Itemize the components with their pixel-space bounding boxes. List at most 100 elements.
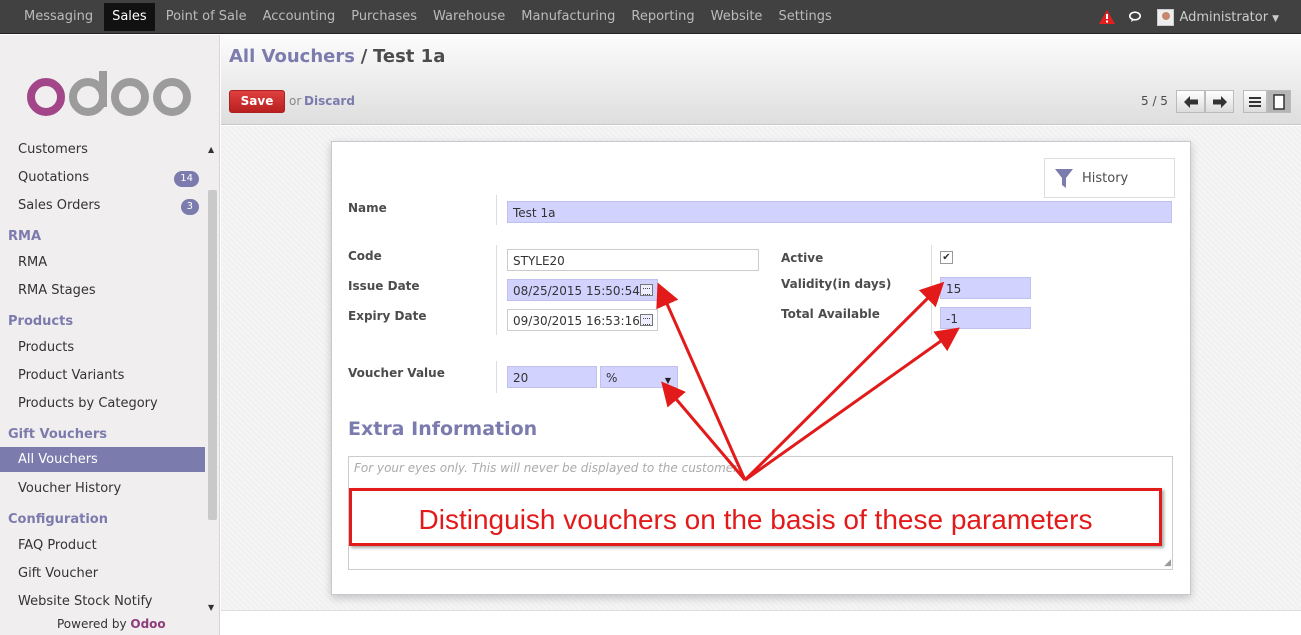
annotation-callout: Distinguish vouchers on the basis of the… — [349, 488, 1162, 546]
calendar-icon[interactable] — [640, 314, 653, 326]
sidebar-item-product-variants[interactable]: Product Variants — [18, 368, 124, 383]
sidebar-item-products-by-category[interactable]: Products by Category — [18, 396, 158, 411]
voucher-value-label: Voucher Value — [348, 366, 445, 380]
sidebar-section-gift-vouchers: Gift Vouchers — [8, 427, 107, 442]
expiry-date-label: Expiry Date — [348, 309, 427, 323]
menu-messaging[interactable]: Messaging — [16, 0, 101, 34]
pager-next-button[interactable] — [1205, 90, 1234, 113]
sidebar-item-sales-orders[interactable]: Sales Orders — [18, 198, 100, 213]
sidebar-section-products: Products — [8, 314, 74, 329]
menu-warehouse[interactable]: Warehouse — [425, 0, 513, 34]
code-field[interactable]: STYLE20 — [507, 249, 759, 271]
expiry-date-field[interactable]: 09/30/2015 16:53:16 — [507, 309, 658, 331]
sidebar-section-configuration: Configuration — [8, 512, 108, 527]
powered-by-odoo-link[interactable]: Odoo — [130, 617, 165, 631]
voucher-type-select[interactable]: % ▼ — [600, 366, 678, 388]
issue-date-label: Issue Date — [348, 279, 420, 293]
pager-buttons — [1176, 90, 1234, 113]
sidebar-item-rma-stages[interactable]: RMA Stages — [18, 283, 96, 298]
sidebar-item-quotations[interactable]: Quotations — [18, 170, 89, 185]
active-label: Active — [781, 251, 824, 265]
main-menu: Messaging Sales Point of Sale Accounting… — [0, 0, 840, 34]
breadcrumb-separator: / — [360, 46, 368, 67]
divider — [496, 195, 497, 225]
history-button[interactable]: History — [1044, 158, 1175, 198]
menu-point-of-sale[interactable]: Point of Sale — [158, 0, 255, 34]
history-label: History — [1082, 171, 1129, 186]
total-available-field[interactable]: -1 — [940, 307, 1031, 329]
divider — [496, 245, 497, 335]
sidebar-item-voucher-history[interactable]: Voucher History — [18, 481, 121, 496]
avatar[interactable] — [1157, 8, 1175, 26]
menu-purchases[interactable]: Purchases — [343, 0, 425, 34]
user-area: Administrator ▼ — [1099, 0, 1301, 34]
menu-manufacturing[interactable]: Manufacturing — [513, 0, 623, 34]
menu-website[interactable]: Website — [703, 0, 771, 34]
active-checkbox[interactable]: ✔ — [940, 251, 953, 264]
sidebar-item-products[interactable]: Products — [18, 340, 74, 355]
menu-settings[interactable]: Settings — [770, 0, 839, 34]
resize-handle-icon[interactable]: ◢ — [1164, 558, 1171, 568]
menu-reporting[interactable]: Reporting — [623, 0, 702, 34]
annotation-text: Distinguish vouchers on the basis of the… — [418, 504, 1093, 535]
save-button[interactable]: Save — [229, 90, 285, 113]
arrow-left-icon — [1183, 95, 1198, 108]
expiry-date-value: 09/30/2015 16:53:16 — [513, 314, 640, 328]
top-navbar: Messaging Sales Point of Sale Accounting… — [0, 0, 1301, 34]
sidebar-item-label: All Vouchers — [18, 452, 98, 467]
issue-date-field[interactable]: 08/25/2015 15:50:54 — [507, 279, 658, 301]
validity-field[interactable]: 15 — [940, 277, 1031, 299]
extra-information-title: Extra Information — [348, 418, 538, 440]
sidebar-scrollbar[interactable]: ▲ ▼ — [205, 135, 219, 615]
warning-icon[interactable] — [1099, 10, 1116, 24]
notes-placeholder: For your eyes only. This will never be d… — [354, 461, 741, 475]
menu-sales[interactable]: Sales — [104, 3, 155, 31]
voucher-value-field[interactable]: 20 — [507, 366, 597, 388]
sidebar-item-all-vouchers[interactable]: All Vouchers — [0, 447, 205, 472]
total-available-label: Total Available — [781, 307, 880, 321]
sidebar-section-rma: RMA — [8, 229, 42, 244]
pager-value: 5 / 5 — [1141, 94, 1168, 108]
sidebar-item-website-stock-notify[interactable]: Website Stock Notify — [18, 594, 153, 609]
calendar-icon[interactable] — [640, 284, 653, 296]
or-text: or — [289, 94, 302, 108]
menu-accounting[interactable]: Accounting — [255, 0, 344, 34]
user-menu[interactable]: Administrator ▼ — [1179, 10, 1279, 25]
sidebar-item-gift-voucher[interactable]: Gift Voucher — [18, 566, 98, 581]
scroll-down-icon[interactable]: ▼ — [208, 603, 214, 612]
sidebar-item-customers[interactable]: Customers — [18, 142, 88, 157]
issue-date-value: 08/25/2015 15:50:54 — [513, 284, 640, 298]
control-panel: All Vouchers / Test 1a Save or Discard 5… — [221, 35, 1301, 125]
divider — [931, 245, 932, 335]
footer-strip — [221, 610, 1301, 635]
sidebar-item-rma[interactable]: RMA — [18, 255, 47, 270]
quotations-count-badge: 14 — [174, 171, 199, 187]
arrow-right-icon — [1212, 95, 1227, 108]
filter-icon — [1055, 169, 1073, 188]
caret-down-icon: ▼ — [1272, 13, 1279, 24]
breadcrumb: All Vouchers / Test 1a — [229, 46, 445, 67]
list-view-button[interactable] — [1243, 90, 1267, 113]
breadcrumb-all-vouchers[interactable]: All Vouchers — [229, 46, 355, 67]
name-field[interactable]: Test 1a — [507, 201, 1172, 223]
pager-previous-button[interactable] — [1176, 90, 1205, 113]
chevron-down-icon: ▼ — [664, 376, 671, 385]
user-name: Administrator — [1179, 9, 1269, 25]
view-switcher — [1243, 90, 1291, 113]
scroll-up-icon[interactable]: ▲ — [208, 145, 214, 154]
name-label: Name — [348, 201, 387, 215]
sidebar-item-faq-product[interactable]: FAQ Product — [18, 538, 97, 553]
divider — [496, 361, 497, 393]
form-view-button[interactable] — [1267, 90, 1291, 113]
scroll-thumb[interactable] — [208, 190, 217, 520]
sidebar: Customers Quotations 14 Sales Orders 3 R… — [0, 35, 220, 635]
powered-by-label: Powered by — [57, 617, 127, 631]
code-label: Code — [348, 249, 382, 263]
odoo-logo[interactable] — [26, 67, 196, 117]
chat-icon[interactable] — [1129, 11, 1143, 23]
voucher-type-value: % — [606, 371, 618, 385]
powered-by: Powered by Odoo — [57, 617, 166, 631]
list-icon — [1249, 96, 1261, 107]
discard-button[interactable]: Discard — [304, 94, 355, 108]
validity-label: Validity(in days) — [781, 277, 892, 291]
